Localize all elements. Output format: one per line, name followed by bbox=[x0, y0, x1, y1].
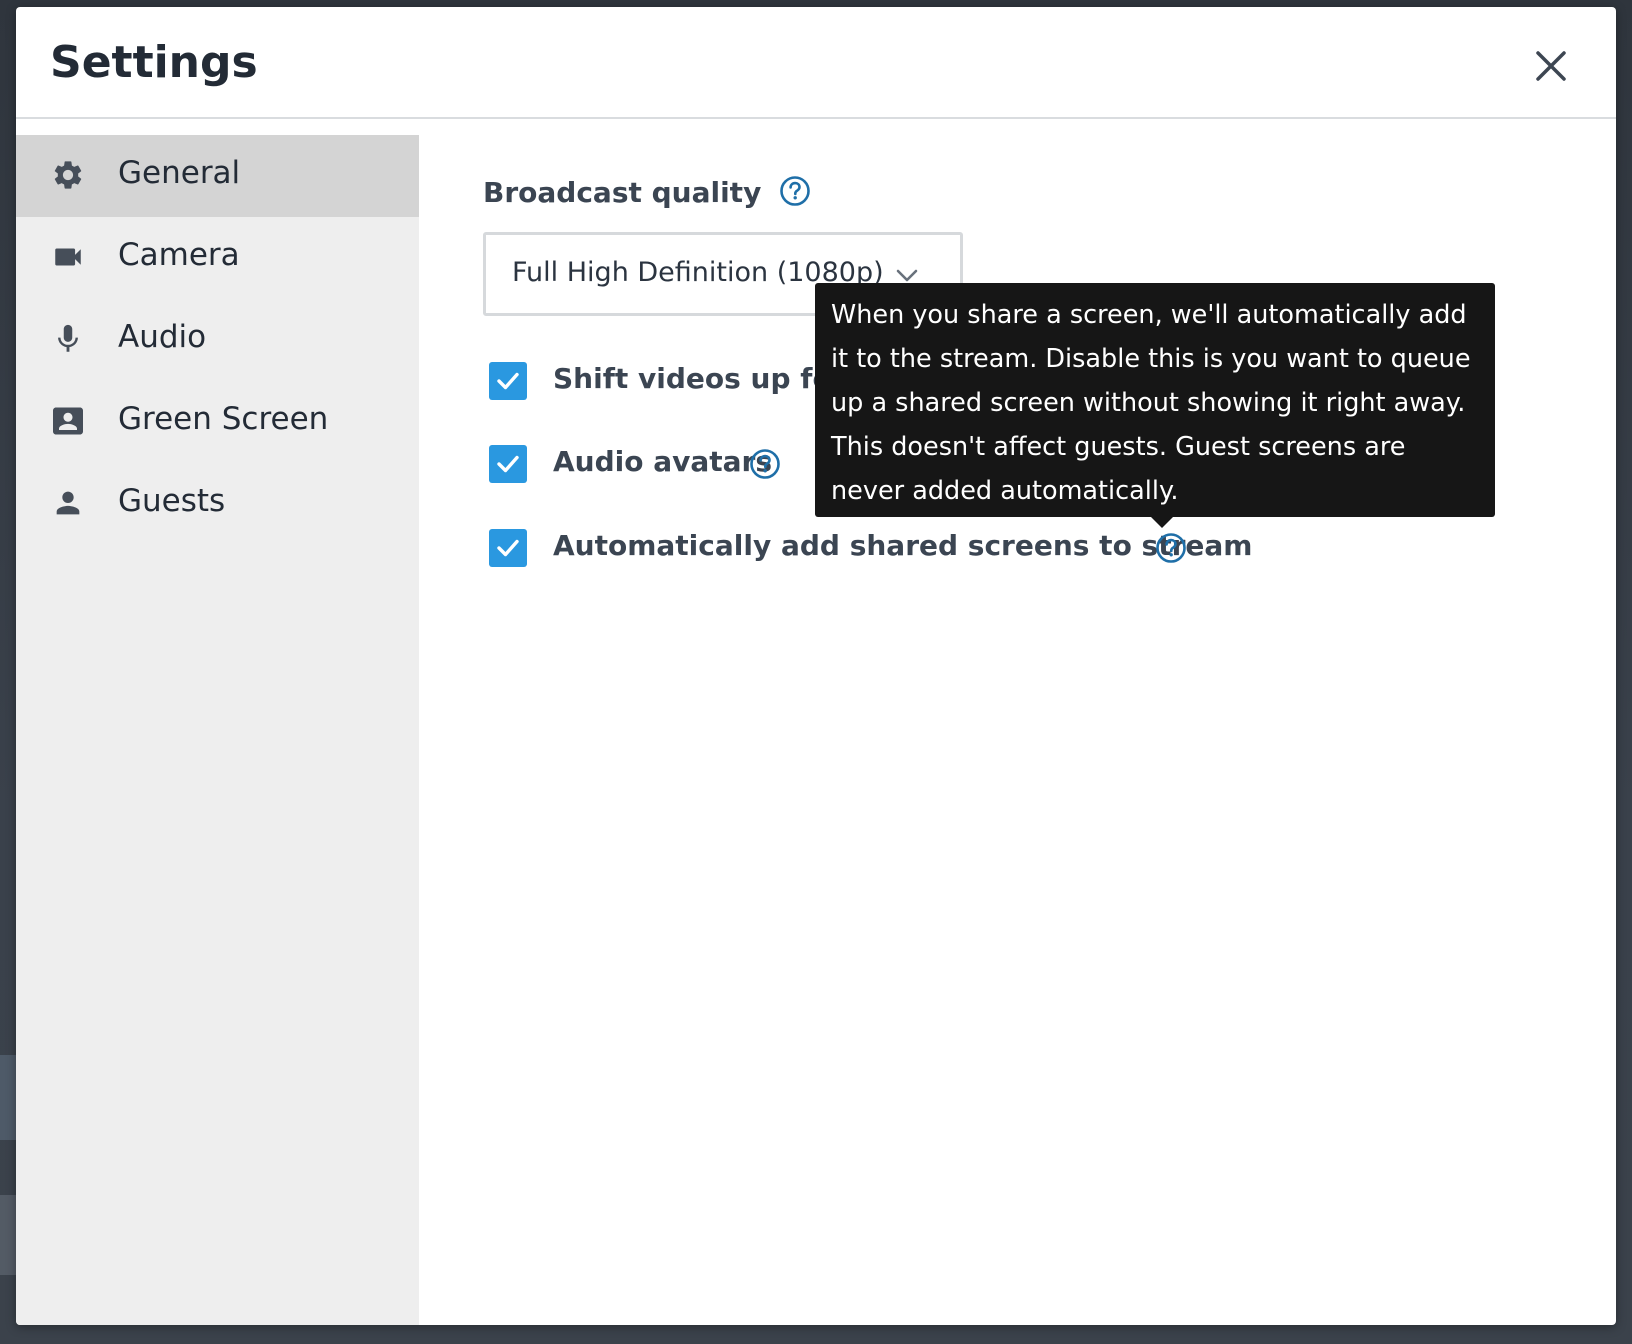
auto-add-shared-screens-option: Automatically add shared screens to stre… bbox=[489, 529, 1589, 569]
auto-add-shared-screens-label: Automatically add shared screens to stre… bbox=[553, 529, 1253, 562]
dialog-title: Settings bbox=[50, 37, 258, 88]
gear-icon bbox=[50, 157, 86, 193]
tooltip-text: When you share a screen, we'll automatic… bbox=[831, 300, 1471, 506]
sidebar-item-camera[interactable]: Camera bbox=[16, 217, 419, 299]
close-icon bbox=[1536, 51, 1566, 81]
shared-screens-tooltip: When you share a screen, we'll automatic… bbox=[815, 283, 1495, 517]
checkmark-icon bbox=[497, 455, 519, 473]
checkmark-icon bbox=[497, 372, 519, 390]
close-button[interactable] bbox=[1526, 41, 1576, 91]
help-icon[interactable] bbox=[749, 448, 781, 480]
sidebar-item-green-screen[interactable]: Green Screen bbox=[16, 381, 419, 463]
auto-add-shared-screens-checkbox[interactable] bbox=[489, 529, 527, 567]
sidebar-item-label: Audio bbox=[118, 319, 207, 355]
sidebar-item-audio[interactable]: Audio bbox=[16, 299, 419, 381]
audio-avatars-label: Audio avatars bbox=[553, 445, 773, 478]
video-camera-icon bbox=[50, 239, 86, 275]
shift-videos-checkbox[interactable] bbox=[489, 362, 527, 400]
sidebar-item-label: Camera bbox=[118, 237, 240, 273]
broadcast-quality-label: Broadcast quality bbox=[483, 176, 762, 209]
dialog-header: Settings bbox=[16, 7, 1616, 119]
sidebar-item-label: Guests bbox=[118, 483, 226, 519]
sidebar-item-guests[interactable]: Guests bbox=[16, 463, 419, 545]
settings-dialog: Settings General Camera Audio Green Scre… bbox=[16, 7, 1616, 1325]
contact-card-icon bbox=[50, 403, 86, 439]
sidebar-item-label: Green Screen bbox=[118, 401, 329, 437]
sidebar-item-general[interactable]: General bbox=[16, 135, 419, 217]
broadcast-quality-heading: Broadcast quality bbox=[483, 176, 811, 210]
checkmark-icon bbox=[497, 539, 519, 557]
sidebar-item-label: General bbox=[118, 155, 241, 191]
person-icon bbox=[50, 485, 86, 521]
microphone-icon bbox=[50, 321, 86, 357]
audio-avatars-checkbox[interactable] bbox=[489, 445, 527, 483]
tooltip-arrow bbox=[1150, 516, 1174, 528]
help-icon[interactable] bbox=[779, 175, 811, 207]
settings-sidebar: General Camera Audio Green Screen Guests bbox=[16, 135, 419, 1325]
help-icon[interactable] bbox=[1155, 532, 1187, 564]
